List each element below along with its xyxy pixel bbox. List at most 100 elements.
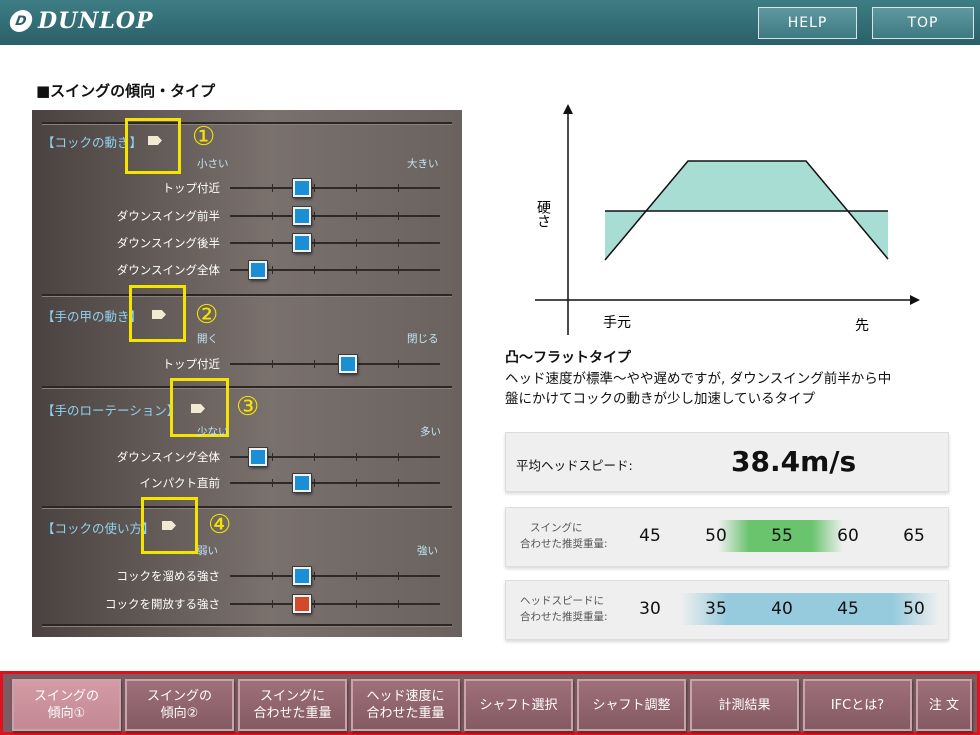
y-axis-arrow — [563, 104, 573, 114]
weight-value: 50 — [705, 526, 727, 546]
head-speed-weight-label-line: ヘッドスピードに — [520, 595, 604, 607]
slider-knob[interactable] — [293, 234, 312, 252]
divider — [42, 294, 452, 297]
highlight-box — [141, 497, 198, 554]
head-speed-weight-box: ヘッドスピードに 合わせた推奨重量: 30 35 40 45 50 — [505, 580, 949, 640]
head-speed-weight-label: ヘッドスピードに 合わせた推奨重量: — [520, 593, 608, 625]
nav-swing-weight[interactable]: スイングに 合わせた重量 — [238, 679, 347, 731]
slider-knob[interactable] — [293, 474, 312, 492]
group-label-cock-usage: 【コックの使い方】 — [42, 521, 155, 536]
slider-knob[interactable] — [249, 448, 268, 466]
divider — [42, 386, 452, 389]
slider-track[interactable] — [230, 595, 440, 613]
highlight-box — [125, 118, 181, 174]
swing-weight-box: スイングに 合わせた推奨重量: 45 50 55 60 65 — [505, 507, 949, 567]
nav-shaft-select[interactable]: シャフト選択 — [464, 679, 573, 731]
dunlop-logo-text: DUNLOP — [38, 8, 154, 34]
badge-3: ③ — [236, 392, 260, 422]
slider-track[interactable] — [230, 448, 440, 466]
stiffness-profile-graph: 硬さ 手元 先 — [535, 104, 920, 335]
dunlop-logo[interactable]: D DUNLOP — [8, 8, 154, 34]
weight-value: 65 — [903, 526, 925, 546]
badge-2: ② — [195, 300, 219, 330]
slider-knob[interactable] — [293, 567, 312, 585]
nav-label: IFCとは? — [830, 697, 885, 713]
weight-value: 45 — [639, 526, 661, 546]
swing-weight-label-line: スイングに — [530, 522, 583, 534]
slider-track[interactable] — [230, 179, 440, 197]
type-description-line: 盤にかけてコックの動きが少し加速しているタイプ — [505, 391, 816, 407]
slider-knob[interactable] — [293, 595, 312, 613]
nav-label: スイングに 合わせた重量 — [253, 689, 332, 721]
slider-knob[interactable] — [293, 207, 312, 225]
row-label: ダウンスイング全体 — [116, 450, 220, 464]
graph-fill-center — [646, 161, 847, 211]
help-button[interactable]: HELP — [758, 7, 857, 39]
nav-measurement-result[interactable]: 計測結果 — [690, 679, 799, 731]
scale-min-label: 開く — [197, 333, 218, 345]
head-speed-weight-label-line: 合わせた推奨重量: — [520, 611, 608, 623]
nav-swing-tendency-1[interactable]: スイングの 傾向① — [12, 679, 121, 731]
slider-track[interactable] — [230, 474, 440, 492]
slider-track[interactable] — [230, 567, 440, 585]
swing-tendency-panel: 【コックの動き】 ① 小さい 大きい トップ付近 ダウンスイング前半 ダウンスイ… — [32, 110, 462, 637]
nav-label: スイングの 傾向① — [33, 689, 99, 721]
nav-swing-tendency-2[interactable]: スイングの 傾向② — [125, 679, 234, 731]
slider-track[interactable] — [230, 261, 440, 279]
scale-min-label: 弱い — [197, 545, 218, 557]
type-description: ヘッド速度が標準〜やや遅めですが, ダウンスイング前半から中 盤にかけてコックの… — [505, 369, 955, 409]
head-speed-label: 平均ヘッドスピード: — [516, 458, 633, 473]
row-label: トップ付近 — [162, 357, 221, 371]
badge-4: ④ — [208, 510, 232, 540]
swing-weight-label: スイングに 合わせた推奨重量: — [520, 520, 608, 552]
bottom-nav: スイングの 傾向① スイングの 傾向② スイングに 合わせた重量 ヘッド速度に … — [0, 671, 980, 735]
weight-value: 60 — [837, 526, 859, 546]
slider-track[interactable] — [230, 207, 440, 225]
type-description-line: ヘッド速度が標準〜やや遅めですが, ダウンスイング前半から中 — [505, 371, 892, 387]
scale-min-label: 少ない — [197, 426, 229, 438]
scale-max-label: 強い — [417, 545, 438, 557]
row-label: インパクト直前 — [139, 476, 221, 490]
group-label-hand-rotation: 【手のローテーション】 — [42, 403, 180, 418]
type-title: 凸〜フラットタイプ — [505, 350, 631, 366]
top-button[interactable]: TOP — [872, 7, 974, 39]
y-axis-label: 硬さ — [535, 200, 551, 228]
row-label: ダウンスイング全体 — [116, 263, 220, 277]
x-axis-label-right: 先 — [855, 318, 869, 334]
slider-knob[interactable] — [249, 261, 268, 279]
nav-label: スイングの 傾向② — [146, 689, 212, 721]
nav-label: 注 文 — [928, 697, 960, 713]
nav-shaft-adjust[interactable]: シャフト調整 — [577, 679, 686, 731]
x-axis-label-left: 手元 — [603, 315, 631, 331]
group-label-back-of-hand: 【手の甲の動き】 — [42, 309, 143, 324]
x-axis-arrow — [910, 295, 920, 305]
row-label: コックを開放する強さ — [105, 597, 220, 611]
slider-track[interactable] — [230, 355, 440, 373]
head-speed-box: 平均ヘッドスピード: 38.4m/s — [505, 432, 949, 492]
divider — [42, 506, 452, 509]
slider-track[interactable] — [230, 234, 440, 252]
nav-label: ヘッド速度に 合わせた重量 — [366, 689, 445, 721]
scale-max-label: 閉じる — [407, 333, 439, 345]
scale-max-label: 多い — [420, 426, 441, 438]
nav-label: シャフト選択 — [479, 697, 558, 713]
nav-about-ifc[interactable]: IFCとは? — [803, 679, 912, 731]
scale-max-label: 大きい — [407, 158, 439, 170]
badge-1: ① — [192, 122, 216, 152]
nav-headspeed-weight[interactable]: ヘッド速度に 合わせた重量 — [351, 679, 460, 731]
weight-value: 30 — [639, 599, 661, 619]
divider — [42, 122, 452, 125]
page-title: ■スイングの傾向・タイプ — [36, 82, 216, 100]
weight-value: 55 — [771, 526, 793, 546]
dunlop-logo-mark: D — [8, 10, 34, 32]
highlight-box — [129, 285, 186, 342]
nav-order[interactable]: 注 文 — [916, 679, 972, 731]
row-label: トップ付近 — [162, 181, 221, 195]
nav-label: シャフト調整 — [592, 697, 671, 713]
slider-knob[interactable] — [293, 179, 312, 197]
slider-knob[interactable] — [339, 355, 358, 373]
weight-value: 45 — [837, 599, 859, 619]
swing-weight-label-line: 合わせた推奨重量: — [520, 538, 608, 550]
row-label: コックを溜める強さ — [116, 569, 221, 583]
app-header: D DUNLOP HELP TOP — [0, 0, 980, 45]
